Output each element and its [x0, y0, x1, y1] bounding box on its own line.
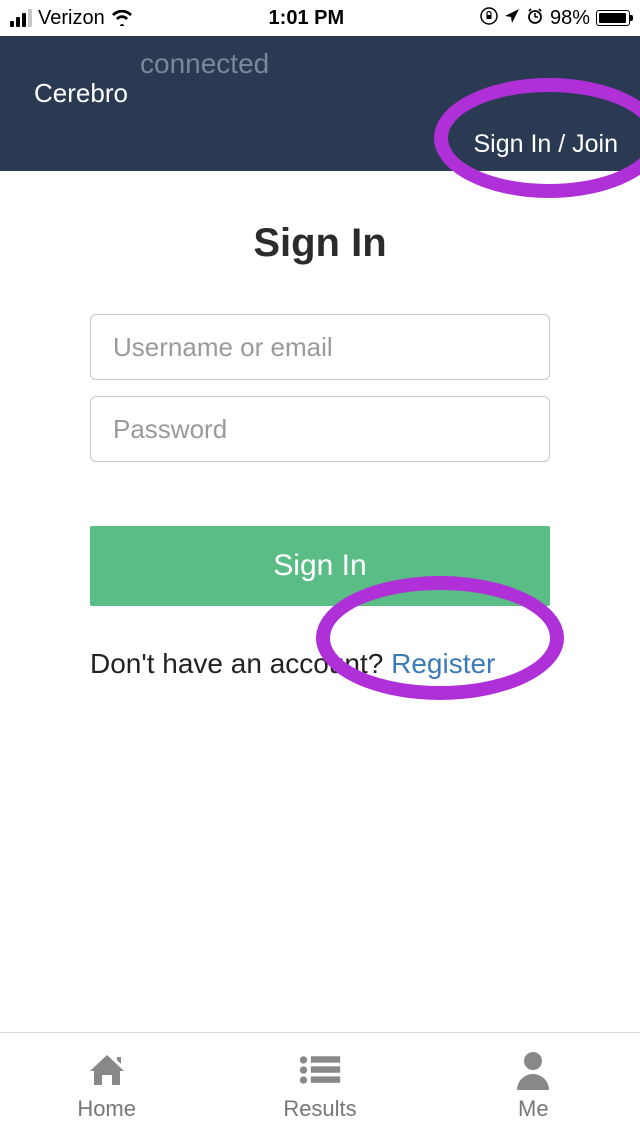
- tab-label: Me: [518, 1096, 549, 1122]
- battery-pct: 98%: [550, 7, 590, 30]
- brand-label: Cerebro: [34, 78, 128, 109]
- signin-join-link[interactable]: Sign In / Join: [473, 130, 618, 159]
- signal-icon: [10, 9, 32, 27]
- tab-bar: Home Results Me: [0, 1032, 640, 1136]
- connected-label: connected: [140, 48, 269, 80]
- signin-button[interactable]: Sign In: [90, 526, 550, 606]
- home-icon: [85, 1048, 129, 1092]
- tab-results[interactable]: Results: [213, 1033, 426, 1136]
- status-time: 1:01 PM: [269, 7, 345, 30]
- alarm-icon: [526, 7, 544, 30]
- status-right: 98%: [480, 7, 630, 30]
- status-bar: Verizon 1:01 PM 98%: [0, 0, 640, 36]
- app-header: connected Cerebro Sign In / Join: [0, 36, 640, 171]
- signin-form: Sign In Sign In Don't have an account? R…: [0, 171, 640, 680]
- password-input[interactable]: [90, 396, 550, 462]
- register-prompt: Don't have an account? Register: [90, 648, 550, 680]
- tab-label: Home: [77, 1096, 136, 1122]
- carrier-label: Verizon: [38, 7, 105, 30]
- wifi-icon: [111, 10, 133, 26]
- tab-me[interactable]: Me: [427, 1033, 640, 1136]
- battery-icon: [596, 10, 630, 26]
- no-account-text: Don't have an account?: [90, 648, 391, 679]
- tab-home[interactable]: Home: [0, 1033, 213, 1136]
- page-title: Sign In: [90, 221, 550, 266]
- register-link[interactable]: Register: [391, 648, 495, 679]
- location-icon: [504, 8, 520, 29]
- status-left: Verizon: [10, 7, 133, 30]
- lock-rotation-icon: [480, 7, 498, 30]
- person-icon: [511, 1048, 555, 1092]
- list-icon: [298, 1048, 342, 1092]
- tab-label: Results: [283, 1096, 356, 1122]
- username-input[interactable]: [90, 314, 550, 380]
